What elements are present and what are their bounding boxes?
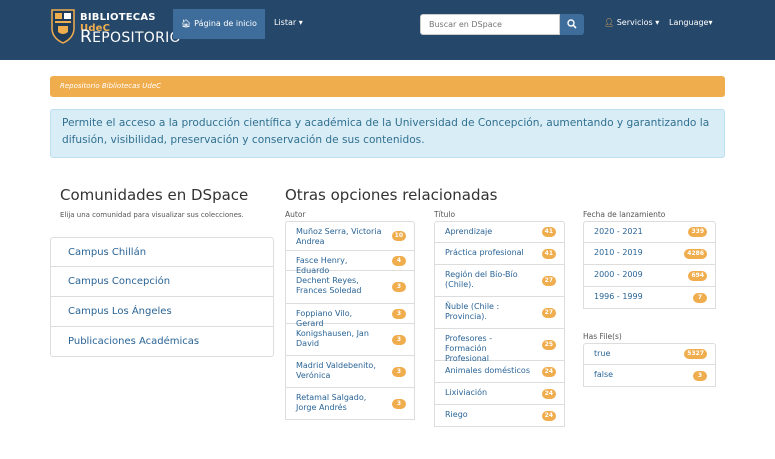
files-facet-item[interactable]: true 5327	[583, 343, 716, 365]
search-button[interactable]	[560, 14, 584, 35]
count-badge: 27	[541, 275, 556, 286]
titulo-facet-item[interactable]: Animales domésticos 24	[434, 361, 565, 383]
count-badge: 7	[693, 292, 707, 303]
count-badge: 4286	[684, 248, 707, 259]
facet-name: Profesores - Formación Profesional	[445, 334, 493, 363]
fecha-facet-item[interactable]: 2000 - 2009 694	[583, 265, 716, 287]
fecha-list: 2020 - 2021 339 2010 - 2019 4286 2000 - 2009…	[583, 221, 716, 309]
nav-servicios-dropdown[interactable]: 👤︎ Servicios ▾	[604, 18, 659, 27]
titulo-facet-item[interactable]: Riego 24	[434, 405, 565, 427]
communities-title: Comunidades en DSpace	[60, 186, 249, 204]
titulo-label: Título	[434, 210, 456, 219]
autor-facet-item[interactable]: Muñoz Serra, Victoria Andrea 10	[285, 221, 415, 251]
titulo-facet-item[interactable]: Lixiviación 24	[434, 383, 565, 405]
intro-alert: Permite el acceso a la producción cientí…	[50, 109, 725, 158]
communities-list: Campus Chillán Campus Concepción Campus …	[50, 237, 274, 357]
facet-name: Madrid Valdebenito, Verónica	[296, 361, 376, 380]
brand-logo[interactable]: BIBLIOTECAS UdeC REPOSITORIO	[50, 6, 181, 52]
count-badge: 339	[688, 227, 707, 237]
top-navbar: BIBLIOTECAS UdeC REPOSITORIO 🏠︎ Página de…	[0, 0, 775, 60]
community-item[interactable]: Campus Chillán	[50, 237, 274, 267]
search-icon	[567, 19, 577, 29]
home-icon: 🏠︎	[181, 19, 192, 28]
communities-subtitle: Elija una comunidad para visualizar sus …	[60, 211, 244, 219]
facet-name: Konigshausen, Jan David	[296, 329, 369, 348]
user-icon: 👤︎	[604, 18, 615, 27]
facet-name: Dechent Reyes, Frances Soledad	[296, 276, 362, 295]
facet-name: Práctica profesional	[445, 248, 524, 257]
autor-label: Autor	[285, 210, 306, 219]
caret-down-icon: ▾	[655, 18, 660, 27]
count-badge: 24	[541, 366, 556, 377]
fecha-facet-item[interactable]: 2020 - 2021 339	[583, 221, 716, 243]
autor-list: Muñoz Serra, Victoria Andrea 10 Fasce Henr…	[285, 221, 415, 420]
count-badge: 3	[392, 334, 406, 345]
count-badge: 694	[688, 270, 707, 281]
titulo-facet-item[interactable]: Región del Bío-Bío (Chile). 27	[434, 265, 565, 297]
related-title: Otras opciones relacionadas	[285, 186, 498, 204]
files-label: Has File(s)	[583, 332, 622, 341]
count-badge: 4	[392, 255, 406, 266]
fecha-label: Fecha de lanzamiento	[583, 210, 666, 219]
autor-facet-item[interactable]: Fasce Henry, Eduardo 4	[285, 251, 415, 275]
crest-icon	[51, 9, 75, 44]
nav-home-link[interactable]: 🏠︎ Página de inicio	[173, 9, 265, 39]
facet-name: Lixiviación	[445, 388, 488, 397]
count-badge: 3	[693, 370, 707, 381]
count-badge: 10	[391, 231, 406, 241]
titulo-list: Aprendizaje 41 Práctica profesional 41 Regió…	[434, 221, 565, 427]
caret-down-icon: ▾	[298, 18, 303, 27]
facet-name: Riego	[445, 410, 468, 419]
facet-name: Aprendizaje	[445, 227, 493, 236]
count-badge: 25	[541, 339, 556, 350]
count-badge: 3	[392, 398, 406, 409]
facet-name: Animales domésticos	[445, 366, 530, 375]
autor-facet-item[interactable]: Madrid Valdebenito, Verónica 3	[285, 356, 415, 388]
community-item[interactable]: Campus Los Ángeles	[50, 297, 274, 327]
brand-line2: REPOSITORIO	[80, 27, 181, 47]
count-badge: 27	[541, 307, 556, 318]
autor-facet-item[interactable]: Retamal Salgado, Jorge Andrés 3	[285, 388, 415, 420]
files-facet-item[interactable]: false 3	[583, 365, 716, 387]
count-badge: 41	[541, 248, 556, 259]
titulo-facet-item[interactable]: Aprendizaje 41	[434, 221, 565, 243]
count-badge: 3	[392, 282, 406, 292]
autor-facet-item[interactable]: Foppiano Vilo, Gerard 3	[285, 304, 415, 328]
search-input[interactable]	[420, 14, 560, 35]
nav-listar-dropdown[interactable]: Listar ▾	[274, 18, 303, 27]
count-badge: 3	[392, 308, 406, 319]
titulo-facet-item[interactable]: Profesores - Formación Profesional 25	[434, 329, 565, 363]
facet-name: Ñuble (Chile : Provincia).	[445, 302, 500, 321]
fecha-facet-item[interactable]: 1996 - 1999 7	[583, 287, 716, 309]
facet-name: 1996 - 1999	[594, 292, 643, 301]
count-badge: 24	[541, 388, 556, 399]
titulo-facet-item[interactable]: Práctica profesional 41	[434, 243, 565, 265]
count-badge: 41	[541, 227, 556, 237]
community-item[interactable]: Publicaciones Académicas	[50, 327, 274, 357]
facet-name: Retamal Salgado, Jorge Andrés	[296, 393, 367, 412]
titulo-facet-item[interactable]: Ñuble (Chile : Provincia). 27	[434, 297, 565, 329]
breadcrumb: Repositorio Bibliotecas UdeC	[50, 76, 725, 97]
files-list: true 5327 false 3	[583, 343, 716, 387]
count-badge: 3	[392, 366, 406, 377]
count-badge: 24	[541, 410, 556, 421]
facet-name: Región del Bío-Bío (Chile).	[445, 270, 518, 289]
caret-down-icon: ▾	[708, 18, 713, 27]
count-badge: 5327	[684, 349, 707, 359]
fecha-facet-item[interactable]: 2010 - 2019 4286	[583, 243, 716, 265]
autor-facet-item[interactable]: Dechent Reyes, Frances Soledad 3	[285, 271, 415, 304]
autor-facet-item[interactable]: Konigshausen, Jan David 3	[285, 324, 415, 356]
community-item[interactable]: Campus Concepción	[50, 267, 274, 297]
facet-name: Muñoz Serra, Victoria Andrea	[296, 227, 382, 246]
facet-name: false	[594, 370, 614, 379]
nav-language-dropdown[interactable]: Language▾	[669, 18, 713, 27]
